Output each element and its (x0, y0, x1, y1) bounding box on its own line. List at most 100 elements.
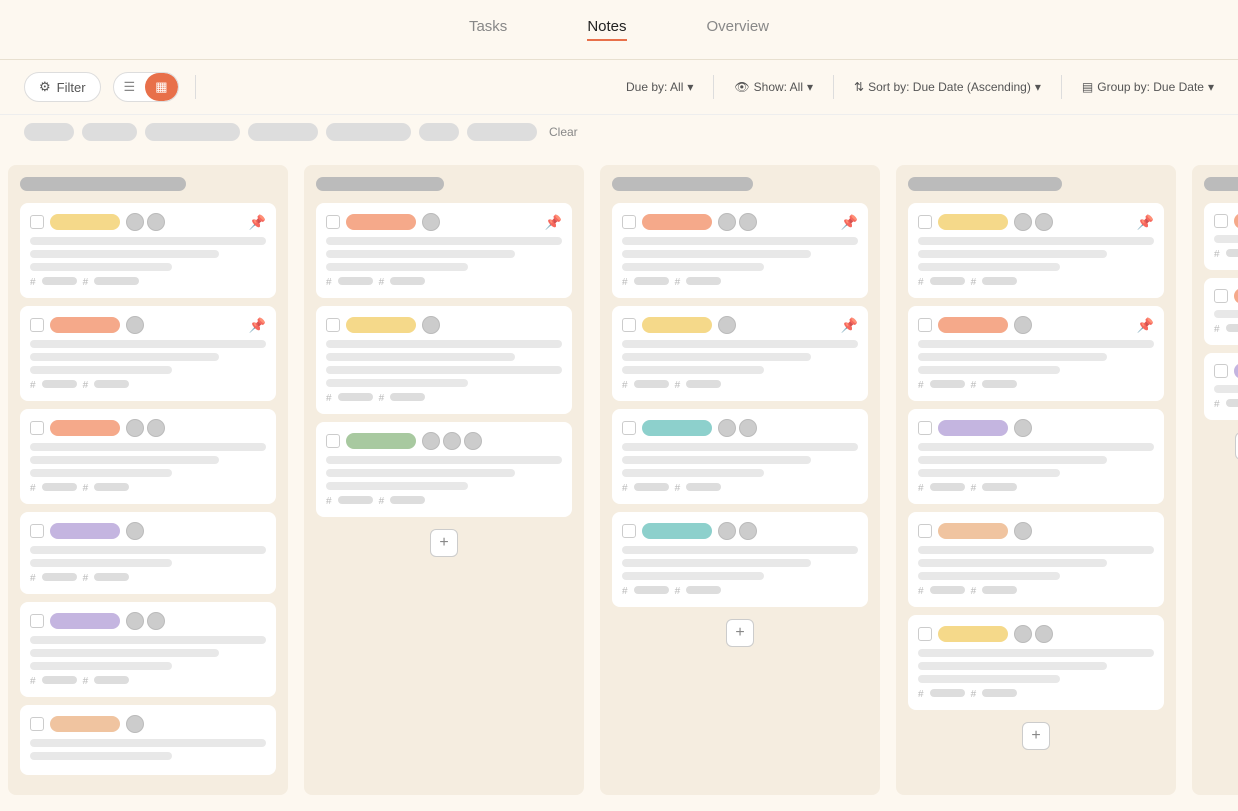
filter-chip-7[interactable] (467, 123, 537, 141)
line (30, 559, 172, 567)
hashtag-bar (634, 483, 669, 491)
hashtag-bar (686, 586, 721, 594)
avatar (126, 612, 144, 630)
line (326, 250, 515, 258)
card-checkbox[interactable] (918, 318, 932, 332)
card: # # (1204, 203, 1238, 270)
pin-icon[interactable]: 📌 (841, 214, 858, 231)
card-hashtags: # # (622, 380, 858, 391)
filter-chip-5[interactable] (326, 123, 411, 141)
card-checkbox[interactable] (622, 215, 636, 229)
filter-chip-4[interactable] (248, 123, 318, 141)
card-checkbox[interactable] (1214, 289, 1228, 303)
hashtag-icon: # (30, 573, 36, 584)
card-checkbox[interactable] (30, 421, 44, 435)
card-checkbox[interactable] (30, 215, 44, 229)
card-lines (30, 636, 266, 670)
card: 📌 # # (20, 203, 276, 298)
card-tag (938, 317, 1008, 333)
line (30, 250, 219, 258)
line (918, 443, 1154, 451)
due-by-label: Due by: All (626, 80, 683, 94)
pin-icon[interactable]: 📌 (545, 214, 562, 231)
hashtag-bar (686, 277, 721, 285)
filter-button[interactable]: ⚙ Filter (24, 72, 101, 102)
clear-button[interactable]: Clear (549, 125, 578, 139)
card-hashtags: # # (918, 586, 1154, 597)
avatar (126, 316, 144, 334)
card-checkbox[interactable] (30, 614, 44, 628)
hashtag-icon: # (379, 277, 385, 288)
pin-icon[interactable]: 📌 (1137, 214, 1154, 231)
card-checkbox[interactable] (30, 318, 44, 332)
hashtag-bar (390, 496, 425, 504)
due-by-select[interactable]: Due by: All ▾ (626, 80, 693, 94)
card-checkbox[interactable] (326, 215, 340, 229)
card-checkbox[interactable] (918, 524, 932, 538)
board-view-button[interactable]: ▦ (145, 73, 177, 101)
filter-chip-3[interactable] (145, 123, 240, 141)
card-checkbox[interactable] (30, 717, 44, 731)
card-lines (918, 340, 1154, 374)
filter-chip-2[interactable] (82, 123, 137, 141)
line (30, 649, 219, 657)
line (30, 263, 172, 271)
hashtag-icon: # (675, 380, 681, 391)
card-checkbox[interactable] (622, 524, 636, 538)
avatar (422, 432, 440, 450)
hashtag-bar (94, 483, 129, 491)
card-hashtags: # # (326, 393, 562, 404)
line (30, 752, 172, 760)
hashtag-icon: # (30, 277, 36, 288)
card-checkbox[interactable] (622, 421, 636, 435)
hashtag-bar (42, 277, 77, 285)
card-checkbox[interactable] (622, 318, 636, 332)
sort-select[interactable]: ⇅ Sort by: Due Date (Ascending) ▾ (854, 80, 1041, 94)
pin-icon[interactable]: 📌 (249, 317, 266, 334)
hashtag-bar (1226, 324, 1238, 332)
hashtag-bar (42, 676, 77, 684)
pin-icon[interactable]: 📌 (1137, 317, 1154, 334)
tab-tasks[interactable]: Tasks (469, 18, 507, 41)
card-checkbox[interactable] (918, 215, 932, 229)
card-lines (622, 443, 858, 477)
card: 📌 # # (612, 203, 868, 298)
avatar (718, 316, 736, 334)
card-tag (938, 214, 1008, 230)
column-1-header (20, 177, 186, 191)
card-checkbox[interactable] (1214, 214, 1228, 228)
card-checkbox[interactable] (918, 421, 932, 435)
add-card-button[interactable]: + (726, 619, 754, 647)
add-card-button[interactable]: + (430, 529, 458, 557)
group-select[interactable]: ▤ Group by: Due Date ▾ (1082, 80, 1214, 94)
avatar (739, 522, 757, 540)
tab-overview[interactable]: Overview (707, 18, 770, 41)
card: # # (20, 602, 276, 697)
filter-chip-1[interactable] (24, 123, 74, 141)
card-checkbox[interactable] (30, 524, 44, 538)
card-checkbox[interactable] (918, 627, 932, 641)
card: # # (20, 512, 276, 594)
card-checkbox[interactable] (1214, 364, 1228, 378)
filter-chip-6[interactable] (419, 123, 459, 141)
add-card-button[interactable]: + (1022, 722, 1050, 750)
toolbar: ⚙ Filter ☰ ▦ Due by: All ▾ 👁 Show: All ▾… (0, 60, 1238, 115)
hashtag-icon: # (918, 380, 924, 391)
line (622, 366, 764, 374)
line (30, 469, 172, 477)
avatar (1014, 522, 1032, 540)
card-checkbox[interactable] (326, 434, 340, 448)
hashtag-bar (390, 277, 425, 285)
show-select[interactable]: 👁 Show: All ▾ (734, 80, 813, 94)
tab-notes[interactable]: Notes (587, 18, 626, 41)
card-avatars (126, 213, 165, 231)
pin-icon[interactable]: 📌 (841, 317, 858, 334)
card-checkbox[interactable] (326, 318, 340, 332)
card-tag (642, 523, 712, 539)
card: # # (908, 615, 1164, 710)
list-view-button[interactable]: ☰ (114, 73, 146, 101)
pin-icon[interactable]: 📌 (249, 214, 266, 231)
sort-chevron: ▾ (1035, 80, 1041, 94)
line (30, 353, 219, 361)
line (326, 456, 562, 464)
